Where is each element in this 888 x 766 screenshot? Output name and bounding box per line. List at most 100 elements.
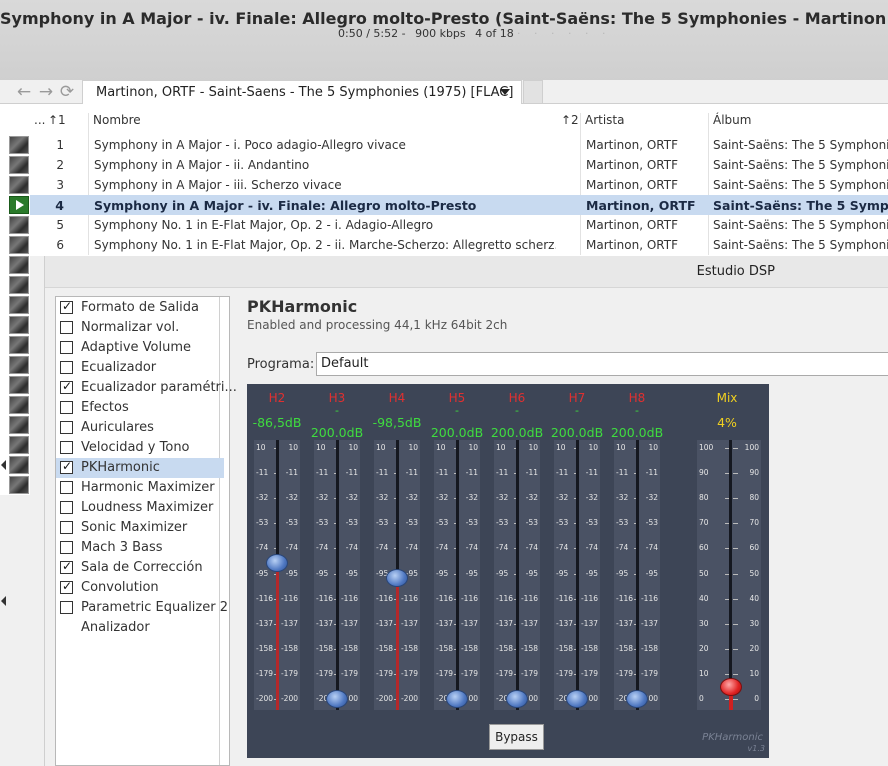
bypass-button[interactable]: Bypass	[489, 724, 544, 750]
slider-thumb[interactable]	[386, 568, 408, 587]
tick-label: -11	[345, 468, 358, 478]
slider-thumb[interactable]	[266, 554, 288, 573]
tick-label: 90	[699, 468, 709, 478]
plugin-checkbox[interactable]	[60, 361, 73, 374]
slider-thumb[interactable]	[326, 690, 348, 708]
plugin-checkbox[interactable]	[60, 341, 73, 354]
tick-label: -11	[496, 468, 509, 478]
tick-label: -179	[460, 668, 478, 678]
new-tab-button[interactable]	[523, 80, 543, 104]
track-row[interactable]: 4 Symphony in A Major - iv. Finale: Alleg…	[30, 195, 888, 215]
forward-arrow-icon[interactable]: →	[36, 82, 56, 102]
tick-label: -32	[436, 493, 449, 503]
plugin-checkbox[interactable]	[60, 579, 73, 594]
tick-label: -158	[460, 643, 478, 653]
plugin-item[interactable]: Efectos	[56, 398, 224, 418]
track-row[interactable]: 2 Symphony in A Major - ii. Andantino Mart…	[30, 155, 888, 175]
col-artist[interactable]: Artista	[585, 113, 625, 133]
plugin-label: Auriculares	[81, 420, 154, 435]
plugin-item[interactable]: Mach 3 Bass	[56, 538, 224, 558]
plugin-checkbox[interactable]	[60, 379, 73, 394]
plugin-item[interactable]: Parametric Equalizer 2	[56, 598, 228, 618]
slider-scale: 100 100 90 90 80 80 70 70 60 60 50 50 40 40 30 30 20 20 10…	[697, 440, 761, 710]
plugin-item[interactable]: Loudness Maximizer	[56, 498, 224, 518]
tick-label: -74	[316, 543, 329, 553]
plugin-checkbox[interactable]	[60, 421, 73, 434]
plugin-item[interactable]: Convolution	[56, 578, 224, 598]
plugin-checkbox[interactable]	[60, 401, 73, 414]
plugin-item[interactable]: Normalizar vol.	[56, 318, 224, 338]
col-name[interactable]: Nombre	[93, 113, 141, 133]
track-row[interactable]: 5 Symphony No. 1 in E-Flat Major, Op. 2 -…	[30, 215, 888, 235]
plugin-item[interactable]: Ecualizador	[56, 358, 224, 378]
plugin-item[interactable]: PKHarmonic	[56, 458, 224, 478]
track-artist: Martinon, ORTF	[586, 198, 696, 213]
slider-thumb[interactable]	[506, 690, 528, 708]
back-arrow-icon[interactable]: ←	[14, 82, 34, 102]
harmonic-h8-channel: H8- 200.0dB 10 10 -11 -11 -32 -32 -53 -53 -74 -74 -9…	[607, 384, 667, 724]
slider-track[interactable]	[636, 440, 639, 710]
playlist-tabbar: ← → ⟳ Martinon, ORTF - Saint-Saens - The…	[0, 80, 888, 104]
slider-track[interactable]	[729, 440, 732, 710]
track-row[interactable]: 6 Symphony No. 1 in E-Flat Major, Op. 2 -…	[30, 235, 888, 255]
tick-label: -11	[556, 468, 569, 478]
plugin-checkbox[interactable]	[60, 321, 73, 334]
tick-label: -200	[400, 694, 418, 703]
plugin-item[interactable]: Velocidad y Tono	[56, 438, 224, 458]
plugin-item[interactable]: Sonic Maximizer	[56, 518, 224, 538]
plugin-checkbox[interactable]	[60, 541, 73, 554]
plugin-item[interactable]: Analizador	[56, 618, 224, 638]
plugin-checkbox[interactable]	[60, 299, 73, 314]
tick-label: -116	[556, 593, 574, 603]
plugin-item[interactable]: Sala de Corrección	[56, 558, 224, 578]
collapse-arrow-icon[interactable]	[1, 596, 6, 606]
harmonic-h7-channel: H7- 200.0dB 10 10 -11 -11 -32 -32 -53 -53 -74 -74 -9…	[547, 384, 607, 724]
plugin-item[interactable]: Adaptive Volume	[56, 338, 224, 358]
track-row[interactable]: 1 Symphony in A Major - i. Poco adagio-Al…	[30, 135, 888, 155]
slider-scale: 10 10 -11 -11 -32 -32 -53 -53 -74 -74 -95 -95 -116 -1…	[314, 440, 360, 710]
plugin-checkbox[interactable]	[60, 521, 73, 534]
plugin-item[interactable]: Ecualizador paramétri...	[56, 378, 237, 398]
plugin-item[interactable]: Harmonic Maximizer	[56, 478, 224, 498]
slider-thumb[interactable]	[626, 690, 648, 708]
plugin-checkbox[interactable]	[60, 481, 73, 494]
slider-track[interactable]	[576, 440, 579, 710]
tick-label: -116	[436, 593, 454, 603]
plugin-checkbox[interactable]	[60, 559, 73, 574]
collapse-arrow-icon[interactable]	[1, 460, 6, 470]
mix-slider-thumb[interactable]	[720, 677, 742, 696]
plugin-checkbox[interactable]	[60, 441, 73, 454]
plugin-checkbox[interactable]	[60, 601, 73, 614]
chevron-down-icon[interactable]	[500, 89, 510, 95]
plugin-item[interactable]: Formato de Salida	[56, 298, 224, 318]
col-track-number[interactable]: ↑1	[48, 113, 66, 133]
plugin-label: Convolution	[81, 580, 159, 595]
tick-label: 80	[699, 493, 709, 503]
plugin-checkbox[interactable]	[60, 459, 73, 474]
tick-mark	[733, 699, 738, 700]
slider-track[interactable]	[456, 440, 459, 710]
harmonic-value: 200.0dB	[550, 425, 604, 440]
plugin-item[interactable]: Auriculares	[56, 418, 224, 438]
slider-thumb[interactable]	[566, 690, 588, 708]
tick-mark	[733, 623, 738, 625]
plugin-checkbox[interactable]	[60, 501, 73, 514]
col-dots[interactable]: ...	[34, 113, 45, 133]
tick-label: -95	[436, 568, 449, 578]
program-select[interactable]: Default	[316, 352, 888, 376]
col-album[interactable]: Álbum	[713, 113, 751, 133]
tick-label: 30	[749, 618, 759, 628]
col-name-sort[interactable]: ↑2	[561, 113, 579, 133]
tab-playlist[interactable]: Martinon, ORTF - Saint-Saens - The 5 Sym…	[82, 80, 522, 104]
track-name: Symphony in A Major - ii. Andantino	[94, 158, 310, 172]
slider-track[interactable]	[336, 440, 339, 710]
track-row[interactable]: 3 Symphony in A Major - iii. Scherzo viva…	[30, 175, 888, 195]
tick-label: -32	[465, 493, 478, 503]
tick-label: -137	[616, 618, 634, 628]
slider-track[interactable]	[516, 440, 519, 710]
slider-thumb[interactable]	[446, 690, 468, 708]
album-art-thumbnail	[9, 316, 29, 334]
refresh-icon[interactable]: ⟳	[57, 82, 77, 102]
tick-label: 40	[749, 593, 759, 603]
tick-label: -116	[256, 593, 274, 603]
